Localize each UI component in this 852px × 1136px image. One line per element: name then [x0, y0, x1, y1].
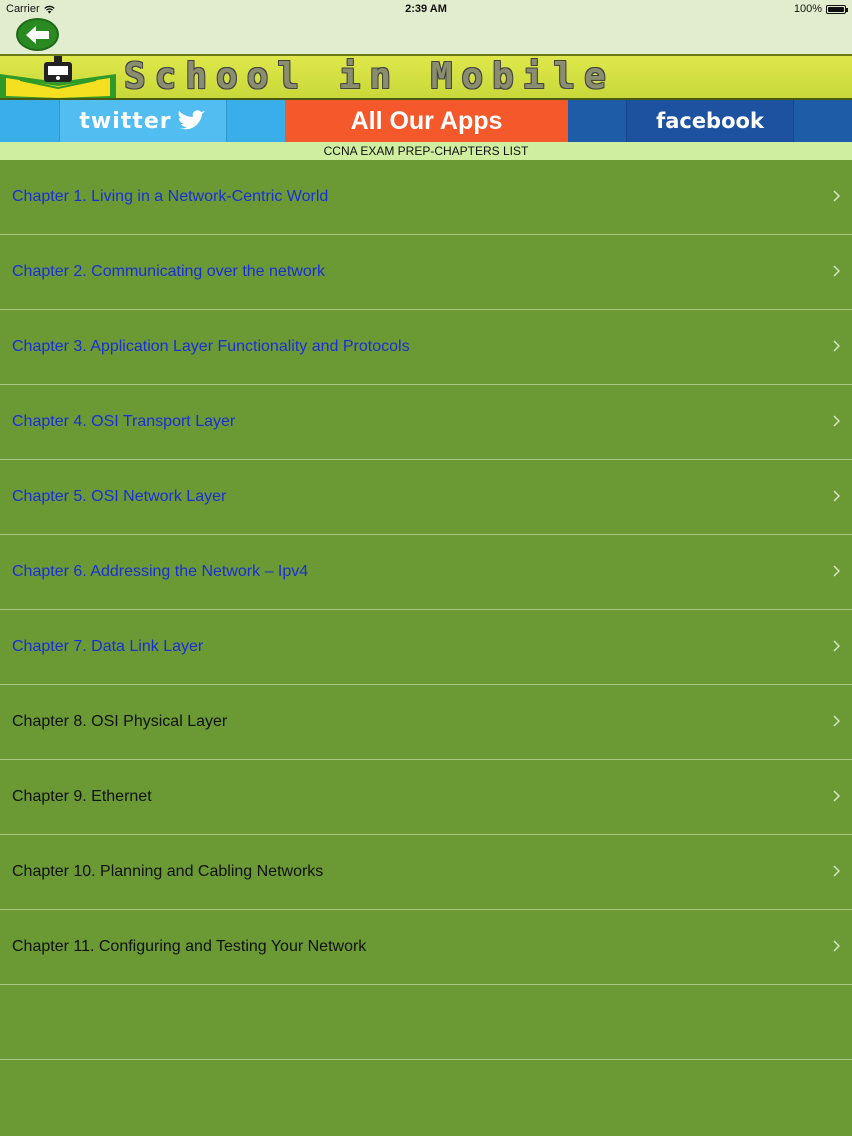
table-row[interactable]: Chapter 2. Communicating over the networ…: [0, 235, 852, 310]
battery-icon: [826, 4, 848, 14]
chapter-label: Chapter 7. Data Link Layer: [12, 638, 204, 655]
chapter-label: Chapter 1. Living in a Network-Centric W…: [12, 188, 329, 205]
page-title: CCNA EXAM PREP-CHAPTERS LIST: [0, 142, 852, 160]
table-row[interactable]: Chapter 3. Application Layer Functionali…: [0, 310, 852, 385]
table-row[interactable]: Chapter 6. Addressing the Network – Ipv4: [0, 535, 852, 610]
chapter-label: Chapter 4. OSI Transport Layer: [12, 413, 236, 430]
top-bar: Carrier 2:39 AM 100%: [0, 0, 852, 54]
table-row[interactable]: Chapter 4. OSI Transport Layer: [0, 385, 852, 460]
status-bar: Carrier 2:39 AM 100%: [0, 0, 852, 18]
status-time: 2:39 AM: [405, 3, 447, 15]
table-row[interactable]: Chapter 7. Data Link Layer: [0, 610, 852, 685]
chevron-right-icon: [833, 865, 840, 877]
chevron-right-icon: [833, 265, 840, 277]
chapter-label: Chapter 2. Communicating over the networ…: [12, 263, 326, 280]
battery-group: 100%: [793, 3, 848, 15]
chevron-right-icon: [833, 565, 840, 577]
chevron-right-icon: [833, 790, 840, 802]
twitter-button[interactable]: twitter: [0, 100, 285, 142]
table-row[interactable]: Chapter 1. Living in a Network-Centric W…: [0, 160, 852, 235]
chapter-label: Chapter 3. Application Layer Functionali…: [12, 338, 410, 355]
back-button[interactable]: [16, 18, 59, 51]
chevron-right-icon: [833, 640, 840, 652]
chevron-right-icon: [833, 490, 840, 502]
chapter-label: Chapter 10. Planning and Cabling Network…: [12, 863, 324, 880]
chapter-label: Chapter 5. OSI Network Layer: [12, 488, 227, 505]
chevron-right-icon: [833, 940, 840, 952]
chapter-label: Chapter 8. OSI Physical Layer: [12, 713, 228, 730]
banner-title: School in Mobile: [124, 56, 615, 97]
chapter-list: Chapter 1. Living in a Network-Centric W…: [0, 160, 852, 1060]
chevron-right-icon: [833, 415, 840, 427]
table-row[interactable]: Chapter 5. OSI Network Layer: [0, 460, 852, 535]
chapter-label: Chapter 11. Configuring and Testing Your…: [12, 938, 367, 955]
all-apps-label: All Our Apps: [350, 106, 503, 135]
facebook-button[interactable]: facebook: [568, 100, 852, 142]
all-apps-button[interactable]: All Our Apps: [285, 100, 568, 142]
table-row[interactable]: Chapter 8. OSI Physical Layer: [0, 685, 852, 760]
twitter-bird-icon: [176, 110, 205, 130]
table-row[interactable]: Chapter 11. Configuring and Testing Your…: [0, 910, 852, 985]
chapter-label: Chapter 6. Addressing the Network – Ipv4: [12, 563, 309, 580]
chevron-right-icon: [833, 190, 840, 202]
facebook-label: facebook: [656, 109, 764, 133]
chevron-right-icon: [833, 340, 840, 352]
battery-percent: 100%: [793, 3, 822, 15]
chevron-right-icon: [833, 715, 840, 727]
school-logo-icon: [0, 56, 116, 98]
twitter-label: twitter: [79, 108, 172, 134]
arrow-left-icon: [25, 25, 49, 44]
app-banner: School in Mobile: [0, 54, 852, 100]
table-row[interactable]: Chapter 9. Ethernet: [0, 760, 852, 835]
social-bar: twitter All Our Apps facebook: [0, 100, 852, 142]
empty-row: [0, 985, 852, 1060]
chapter-label: Chapter 9. Ethernet: [12, 788, 152, 805]
table-row[interactable]: Chapter 10. Planning and Cabling Network…: [0, 835, 852, 910]
